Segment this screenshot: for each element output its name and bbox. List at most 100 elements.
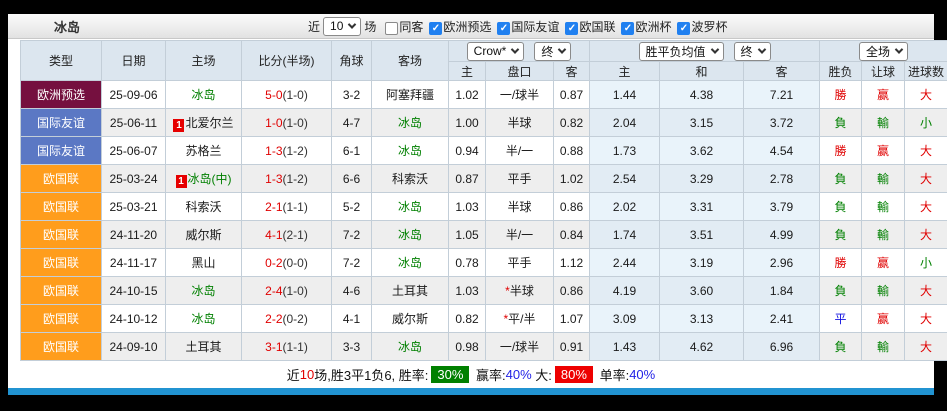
handicap-line: 平手 (486, 165, 554, 193)
handicap-result-cell: 輸 (862, 193, 905, 221)
full-time-score: 2-1 (265, 200, 282, 214)
home-team-link[interactable]: 苏格兰 (166, 137, 242, 165)
league-type-badge[interactable]: 欧洲预选 (21, 81, 102, 109)
away-team-link[interactable]: 冰岛 (372, 193, 449, 221)
match-row: 欧国联 25-03-24 1冰岛(中) 1-3(1-2) 6-6 科索沃 0.8… (21, 165, 947, 193)
stat-badge: 30% (431, 366, 469, 383)
bottom-accent-bar (8, 388, 934, 395)
stat-badge: 80% (555, 366, 593, 383)
avg-away-odds: 7.21 (744, 81, 820, 109)
avg-draw-odds: 4.62 (660, 333, 744, 361)
match-date: 24-10-12 (102, 305, 166, 333)
full-time-score: 0-2 (265, 256, 282, 270)
goals-cell: 大 (905, 165, 947, 193)
match-date: 24-09-10 (102, 333, 166, 361)
home-team-link[interactable]: 威尔斯 (166, 221, 242, 249)
league-type-badge[interactable]: 欧国联 (21, 165, 102, 193)
avg-draw-odds: 3.15 (660, 109, 744, 137)
away-team-link[interactable]: 冰岛 (372, 333, 449, 361)
home-team-link[interactable]: 1冰岛(中) (166, 165, 242, 193)
match-row: 欧国联 25-03-21 科索沃 2-1(1-1) 5-2 冰岛 1.03 半球… (21, 193, 947, 221)
home-team-link[interactable]: 冰岛 (166, 305, 242, 333)
summary-text: 10 (300, 367, 314, 382)
match-date: 25-03-21 (102, 193, 166, 221)
wdl-state-select[interactable]: 终 (734, 42, 771, 61)
score-cell: 2-4(1-0) (242, 277, 332, 305)
recent-count-select[interactable]: 10 (323, 17, 361, 36)
full-time-score: 1-0 (265, 116, 282, 130)
corner-score: 6-1 (332, 137, 372, 165)
away-team-link[interactable]: 阿塞拜疆 (372, 81, 449, 109)
league-type-badge[interactable]: 欧国联 (21, 277, 102, 305)
handicap-line: *半球 (486, 277, 554, 305)
home-team-link[interactable]: 冰岛 (166, 277, 242, 305)
match-date: 24-11-17 (102, 249, 166, 277)
col-header-away: 客场 (372, 41, 449, 81)
home-team-link[interactable]: 1北爱尔兰 (166, 109, 242, 137)
league-type-badge[interactable]: 欧国联 (21, 249, 102, 277)
avg-away-odds: 2.96 (744, 249, 820, 277)
score-cell: 1-3(1-2) (242, 137, 332, 165)
handicap-line: 一/球半 (486, 333, 554, 361)
filter-checkbox-1[interactable]: ✓ (429, 22, 442, 35)
score-cell: 1-3(1-2) (242, 165, 332, 193)
avg-draw-odds: 3.19 (660, 249, 744, 277)
away-team-link[interactable]: 冰岛 (372, 221, 449, 249)
league-type-badge[interactable]: 国际友谊 (21, 137, 102, 165)
away-team-link[interactable]: 冰岛 (372, 249, 449, 277)
handicap-away-odds: 0.87 (554, 81, 590, 109)
filter-checkbox-5[interactable]: ✓ (677, 22, 690, 35)
home-team-link[interactable]: 冰岛 (166, 81, 242, 109)
col-header-odds-home: 主 (449, 62, 486, 81)
match-table-body: 欧洲预选 25-09-06 冰岛 5-0(1-0) 3-2 阿塞拜疆 1.02 … (21, 81, 947, 361)
home-team-link[interactable]: 科索沃 (166, 193, 242, 221)
score-cell: 3-1(1-1) (242, 333, 332, 361)
half-time-score: (1-2) (283, 144, 308, 158)
col-header-avg-home: 主 (590, 62, 660, 81)
league-type-badge[interactable]: 欧国联 (21, 305, 102, 333)
goals-cell: 大 (905, 193, 947, 221)
away-team-link[interactable]: 科索沃 (372, 165, 449, 193)
match-date: 24-11-20 (102, 221, 166, 249)
handicap-text: 半球 (510, 284, 534, 298)
full-time-score: 2-2 (265, 312, 282, 326)
match-date: 24-10-15 (102, 277, 166, 305)
away-team-link[interactable]: 冰岛 (372, 109, 449, 137)
handicap-result-cell: 赢 (862, 305, 905, 333)
half-time-score: (2-1) (283, 228, 308, 242)
chevron-down-icon (558, 45, 566, 53)
handicap-result-cell: 輸 (862, 109, 905, 137)
corner-score: 4-1 (332, 305, 372, 333)
league-type-badge[interactable]: 欧国联 (21, 221, 102, 249)
odds-state-select[interactable]: 终 (534, 42, 571, 61)
away-team-link[interactable]: 威尔斯 (372, 305, 449, 333)
home-team-link[interactable]: 土耳其 (166, 333, 242, 361)
result-cell: 負 (820, 221, 862, 249)
result-cell: 負 (820, 277, 862, 305)
away-team-link[interactable]: 土耳其 (372, 277, 449, 305)
filter-checkbox-2[interactable]: ✓ (497, 22, 510, 35)
match-row: 欧国联 24-10-15 冰岛 2-4(1-0) 4-6 土耳其 1.03 *半… (21, 277, 947, 305)
handicap-result-cell: 赢 (862, 81, 905, 109)
handicap-text: 一/球半 (500, 340, 539, 354)
goals-cell: 大 (905, 81, 947, 109)
league-type-badge[interactable]: 国际友谊 (21, 109, 102, 137)
filter-checkbox-0[interactable]: ✓ (385, 22, 398, 35)
wdl-mode-select[interactable]: 胜平负均值 (639, 42, 724, 61)
odds-state-value: 终 (541, 43, 553, 60)
avg-home-odds: 2.54 (590, 165, 660, 193)
away-team-link[interactable]: 冰岛 (372, 137, 449, 165)
match-row: 欧国联 24-09-10 土耳其 3-1(1-1) 3-3 冰岛 0.98 一/… (21, 333, 947, 361)
scope-select[interactable]: 全场 (859, 42, 908, 61)
home-team-link[interactable]: 黑山 (166, 249, 242, 277)
scope-value: 全场 (866, 43, 890, 60)
filter-checkbox-3[interactable]: ✓ (565, 22, 578, 35)
handicap-away-odds: 0.82 (554, 109, 590, 137)
league-type-badge[interactable]: 欧国联 (21, 193, 102, 221)
avg-home-odds: 4.19 (590, 277, 660, 305)
filter-checkbox-4[interactable]: ✓ (621, 22, 634, 35)
league-type-badge[interactable]: 欧国联 (21, 333, 102, 361)
odds-company-select[interactable]: Crow* (467, 42, 525, 61)
avg-draw-odds: 3.13 (660, 305, 744, 333)
col-header-avg-draw: 和 (660, 62, 744, 81)
